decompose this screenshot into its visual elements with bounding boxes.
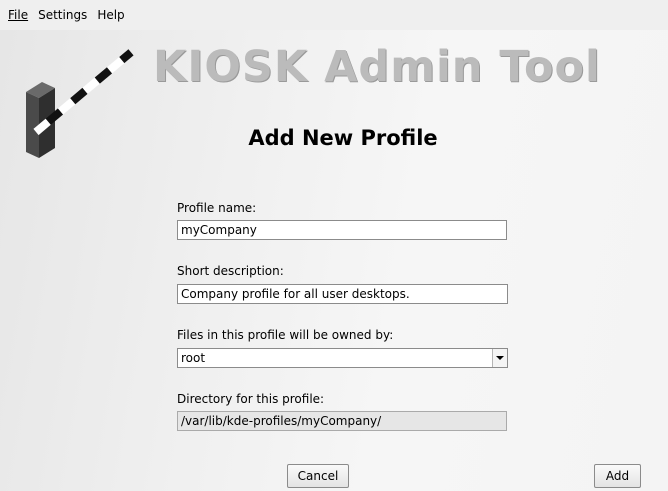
owner-select[interactable]: root <box>177 348 508 368</box>
page-title: Add New Profile <box>0 126 668 150</box>
main-panel: KIOSK Admin Tool Add New Profile Profile… <box>0 30 668 491</box>
page-title-text: Add New Profile <box>248 126 438 150</box>
chevron-down-icon[interactable] <box>492 349 507 367</box>
menu-file[interactable]: File <box>2 8 33 22</box>
menu-settings-label: Settings <box>38 8 88 22</box>
short-description-input[interactable]: Company profile for all user desktops. <box>177 284 508 304</box>
menu-bar: File Settings Help <box>0 0 668 30</box>
short-description-label: Short description: <box>177 264 284 278</box>
directory-label: Directory for this profile: <box>177 392 325 406</box>
menu-help-label: Help <box>97 8 125 22</box>
add-button[interactable]: Add <box>594 464 641 488</box>
owner-select-value: root <box>181 351 206 365</box>
cancel-button[interactable]: Cancel <box>287 464 349 488</box>
menu-help[interactable]: Help <box>92 8 129 22</box>
owner-label: Files in this profile will be owned by: <box>177 328 394 342</box>
menu-settings[interactable]: Settings <box>33 8 92 22</box>
directory-field: /var/lib/kde-profiles/myCompany/ <box>177 411 507 431</box>
menu-file-label: File <box>8 8 29 22</box>
profile-name-input[interactable]: myCompany <box>177 220 507 240</box>
app-title: KIOSK Admin Tool <box>153 42 601 92</box>
profile-name-label: Profile name: <box>177 201 257 215</box>
